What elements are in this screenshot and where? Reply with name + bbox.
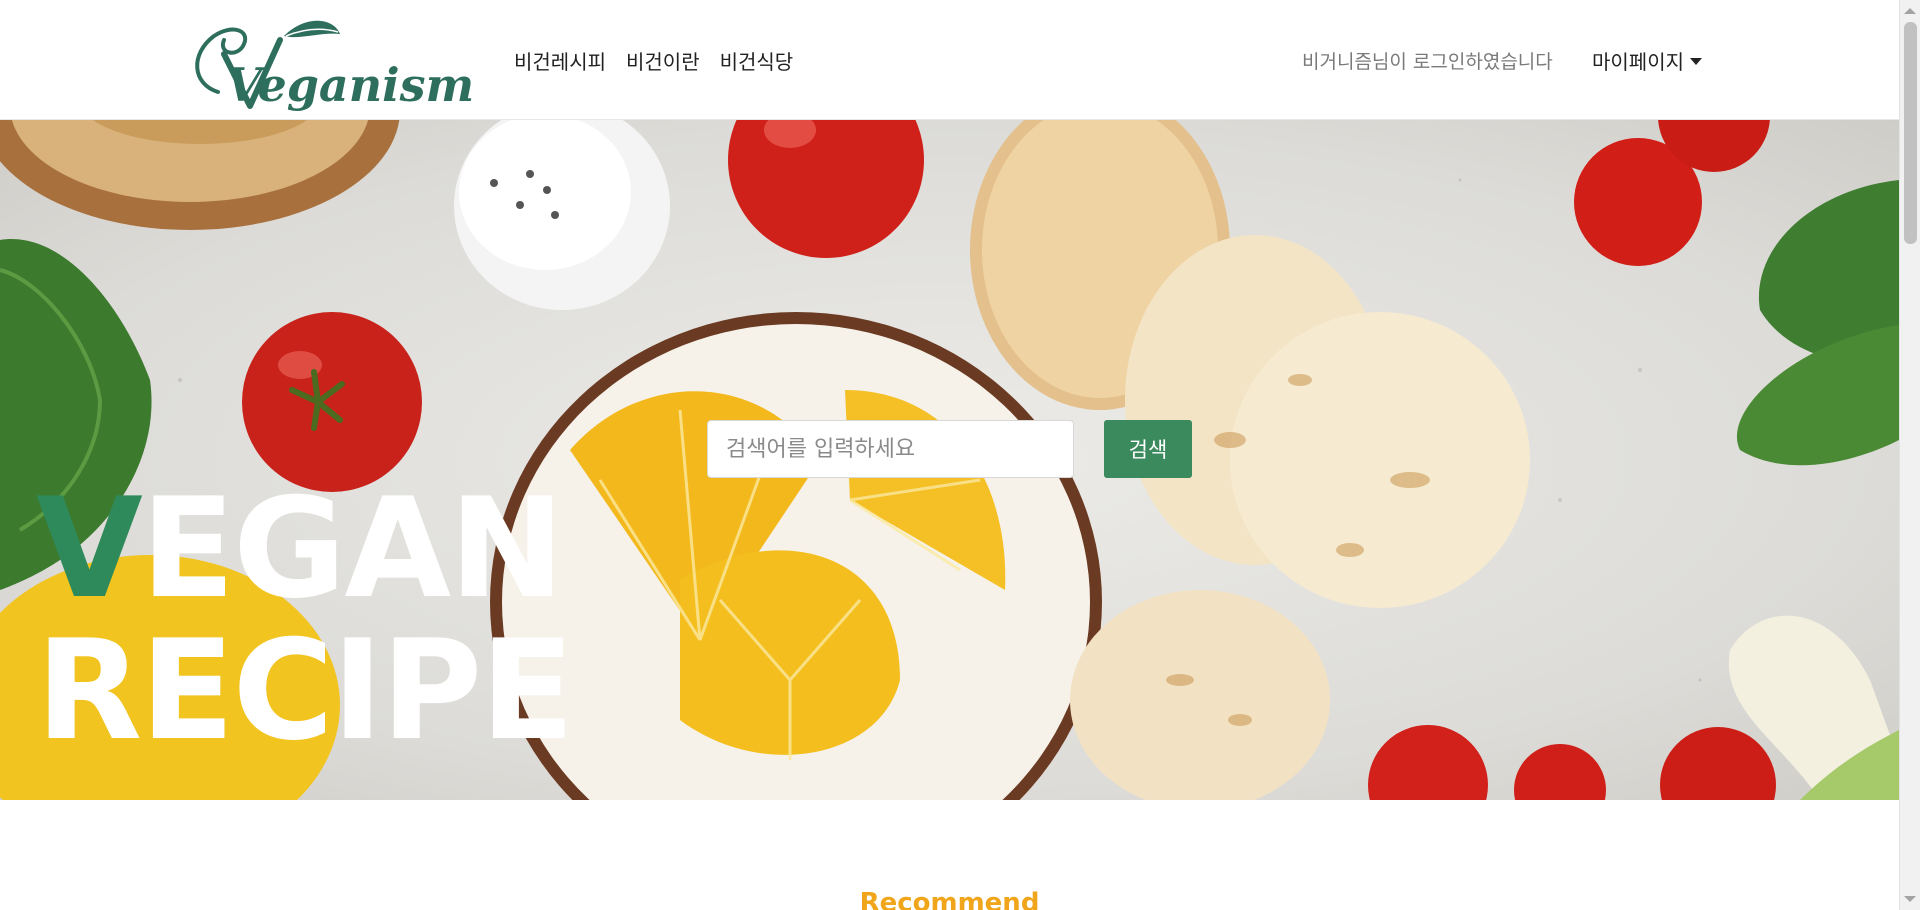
nav-what-is-vegan[interactable]: 비건이란 — [626, 46, 700, 75]
recommend-heading: Recommend — [859, 888, 1040, 910]
hero-banner: 검색 VEGAN RECIPE — [0, 120, 1899, 800]
nav-vegan-restaurant[interactable]: 비건식당 — [720, 46, 794, 75]
caret-down-icon — [1690, 58, 1702, 65]
logo-text: Veganism — [226, 58, 475, 112]
login-welcome-text: 비거니즘님이 로그인하였습니다 — [1302, 51, 1553, 73]
scroll-thumb[interactable] — [1904, 22, 1917, 244]
title-egan: EGAN — [140, 468, 565, 629]
page: Veganism 비건레시피 비건이란 비건식당 비거니즘님이 로그인하였습니다… — [0, 0, 1920, 910]
nav-vegan-recipe[interactable]: 비건레시피 — [514, 46, 606, 75]
mypage-dropdown[interactable]: 마이페이지 — [1592, 46, 1702, 75]
title-line-recipe: RECIPE — [36, 610, 575, 771]
main-nav: 비건레시피 비건이란 비건식당 — [514, 46, 793, 75]
navbar: Veganism 비건레시피 비건이란 비건식당 비거니즘님이 로그인하였습니다… — [0, 0, 1899, 120]
title-v-letter: V — [36, 468, 143, 629]
page-scrollbar[interactable] — [1899, 0, 1920, 910]
search-input[interactable] — [707, 420, 1074, 478]
mypage-label: 마이페이지 — [1592, 50, 1684, 74]
vegan-recipe-title: VEGAN RECIPE — [36, 480, 575, 771]
scroll-up-arrow-icon[interactable] — [1904, 8, 1916, 14]
search-button[interactable]: 검색 — [1104, 420, 1192, 478]
title-line-vegan: VEGAN — [36, 480, 565, 622]
scroll-down-arrow-icon[interactable] — [1904, 896, 1916, 902]
veganism-logo[interactable]: Veganism — [188, 14, 474, 112]
